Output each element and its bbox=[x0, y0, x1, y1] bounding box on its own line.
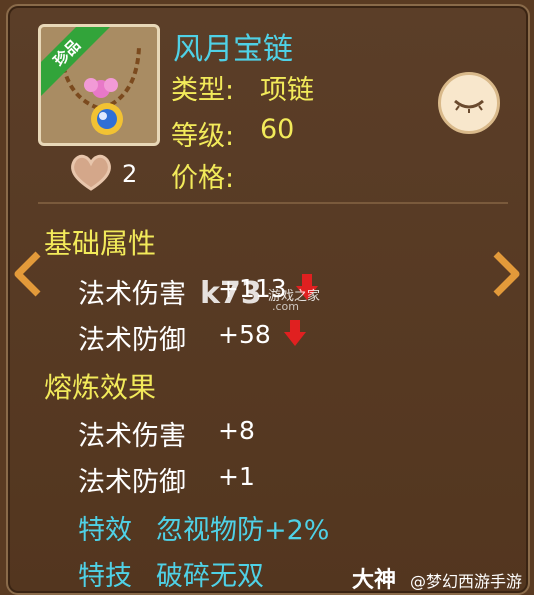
smelt-attr-value: +1 bbox=[218, 462, 255, 491]
special-skill-label: 特技 bbox=[78, 561, 132, 592]
smelt-effect-title: 熔炼效果 bbox=[44, 371, 157, 404]
special-effect-label: 特效 bbox=[78, 515, 132, 546]
type-label: 类型: bbox=[171, 75, 235, 106]
divider bbox=[38, 202, 508, 204]
like-count: 2 bbox=[122, 160, 138, 188]
item-name: 风月宝链 bbox=[173, 32, 293, 67]
smelt-attr-value: +8 bbox=[218, 416, 255, 445]
price-label: 价格: bbox=[171, 163, 235, 194]
basic-attr-value: +58 bbox=[218, 320, 271, 349]
closed-eye-icon bbox=[454, 99, 484, 113]
previous-arrow-icon[interactable] bbox=[12, 250, 46, 298]
footer-account: @梦幻西游手游 bbox=[410, 572, 523, 591]
watermark-url: .com bbox=[272, 300, 299, 313]
level-value: 60 bbox=[260, 114, 295, 145]
basic-attributes-title: 基础属性 bbox=[44, 227, 157, 260]
item-icon: 珍品 bbox=[38, 24, 160, 146]
smelt-attr-name: 法术防御 bbox=[78, 467, 186, 498]
heart-icon[interactable] bbox=[66, 151, 116, 193]
watermark-logo: k73 bbox=[200, 276, 262, 311]
type-value: 项链 bbox=[260, 75, 314, 106]
next-arrow-icon[interactable] bbox=[488, 250, 522, 298]
footer-brand: 大神 bbox=[352, 568, 397, 593]
smelt-attr-name: 法术伤害 bbox=[78, 421, 186, 452]
special-skill-value: 破碎无双 bbox=[156, 561, 264, 592]
basic-attr-name: 法术伤害 bbox=[78, 279, 186, 310]
preview-button[interactable] bbox=[438, 72, 500, 134]
basic-attr-name: 法术防御 bbox=[78, 325, 186, 356]
decrease-arrow-icon bbox=[284, 320, 306, 346]
level-label: 等级: bbox=[171, 121, 235, 152]
special-effect-value: 忽视物防+2% bbox=[156, 515, 330, 546]
